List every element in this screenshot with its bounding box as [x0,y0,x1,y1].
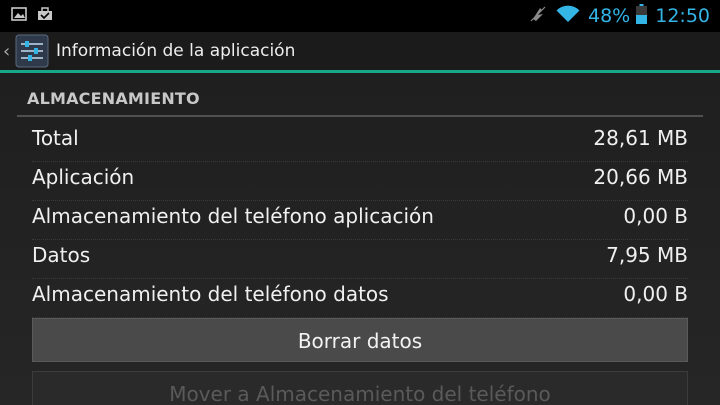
action-bar: ‹ Información de la aplicación [0,32,720,70]
row-value: 20,66 MB [593,165,688,189]
row-value: 0,00 B [623,282,688,306]
clock: 12:50 [655,5,710,27]
settings-app-icon [15,34,49,68]
wifi-icon [556,5,580,27]
move-to-phone-storage-button[interactable]: Mover a Almacenamiento del teléfono [32,371,688,405]
row-label: Total [32,126,79,150]
row-value: 28,61 MB [593,126,688,150]
battery-percent: 48% [588,5,631,27]
status-bar: 48% 12:50 [0,0,720,32]
briefcase-icon [37,6,53,25]
storage-row-data: Datos 7,95 MB [32,240,688,279]
up-navigation-button[interactable]: ‹ [0,32,49,70]
page-title: Información de la aplicación [56,41,296,61]
clear-data-button[interactable]: Borrar datos [32,318,688,362]
vibrate-icon [529,5,547,27]
row-value: 0,00 B [623,204,688,228]
content-area[interactable]: ALMACENAMIENTO Total 28,61 MB Aplicación… [0,73,720,405]
section-header-label: ALMACENAMIENTO [27,89,200,108]
storage-list: Total 28,61 MB Aplicación 20,66 MB Almac… [32,123,688,318]
battery-icon [636,4,648,28]
row-label: Datos [32,243,91,267]
picture-icon [11,6,27,25]
storage-row-total: Total 28,61 MB [32,123,688,162]
storage-row-phone-data: Almacenamiento del teléfono datos 0,00 B [32,279,688,318]
storage-row-application: Aplicación 20,66 MB [32,162,688,201]
row-label: Almacenamiento del teléfono aplicación [32,204,434,228]
row-value: 7,95 MB [606,243,688,267]
storage-row-phone-app: Almacenamiento del teléfono aplicación 0… [32,201,688,240]
row-label: Almacenamiento del teléfono datos [32,282,389,306]
notification-icons [11,6,53,25]
chevron-left-icon: ‹ [3,40,11,62]
row-label: Aplicación [32,165,135,189]
app-info-screen: 48% 12:50 ‹ Información de la aplicación… [0,0,720,405]
system-indicators: 48% 12:50 [529,0,710,32]
storage-section-header: ALMACENAMIENTO [17,85,703,117]
